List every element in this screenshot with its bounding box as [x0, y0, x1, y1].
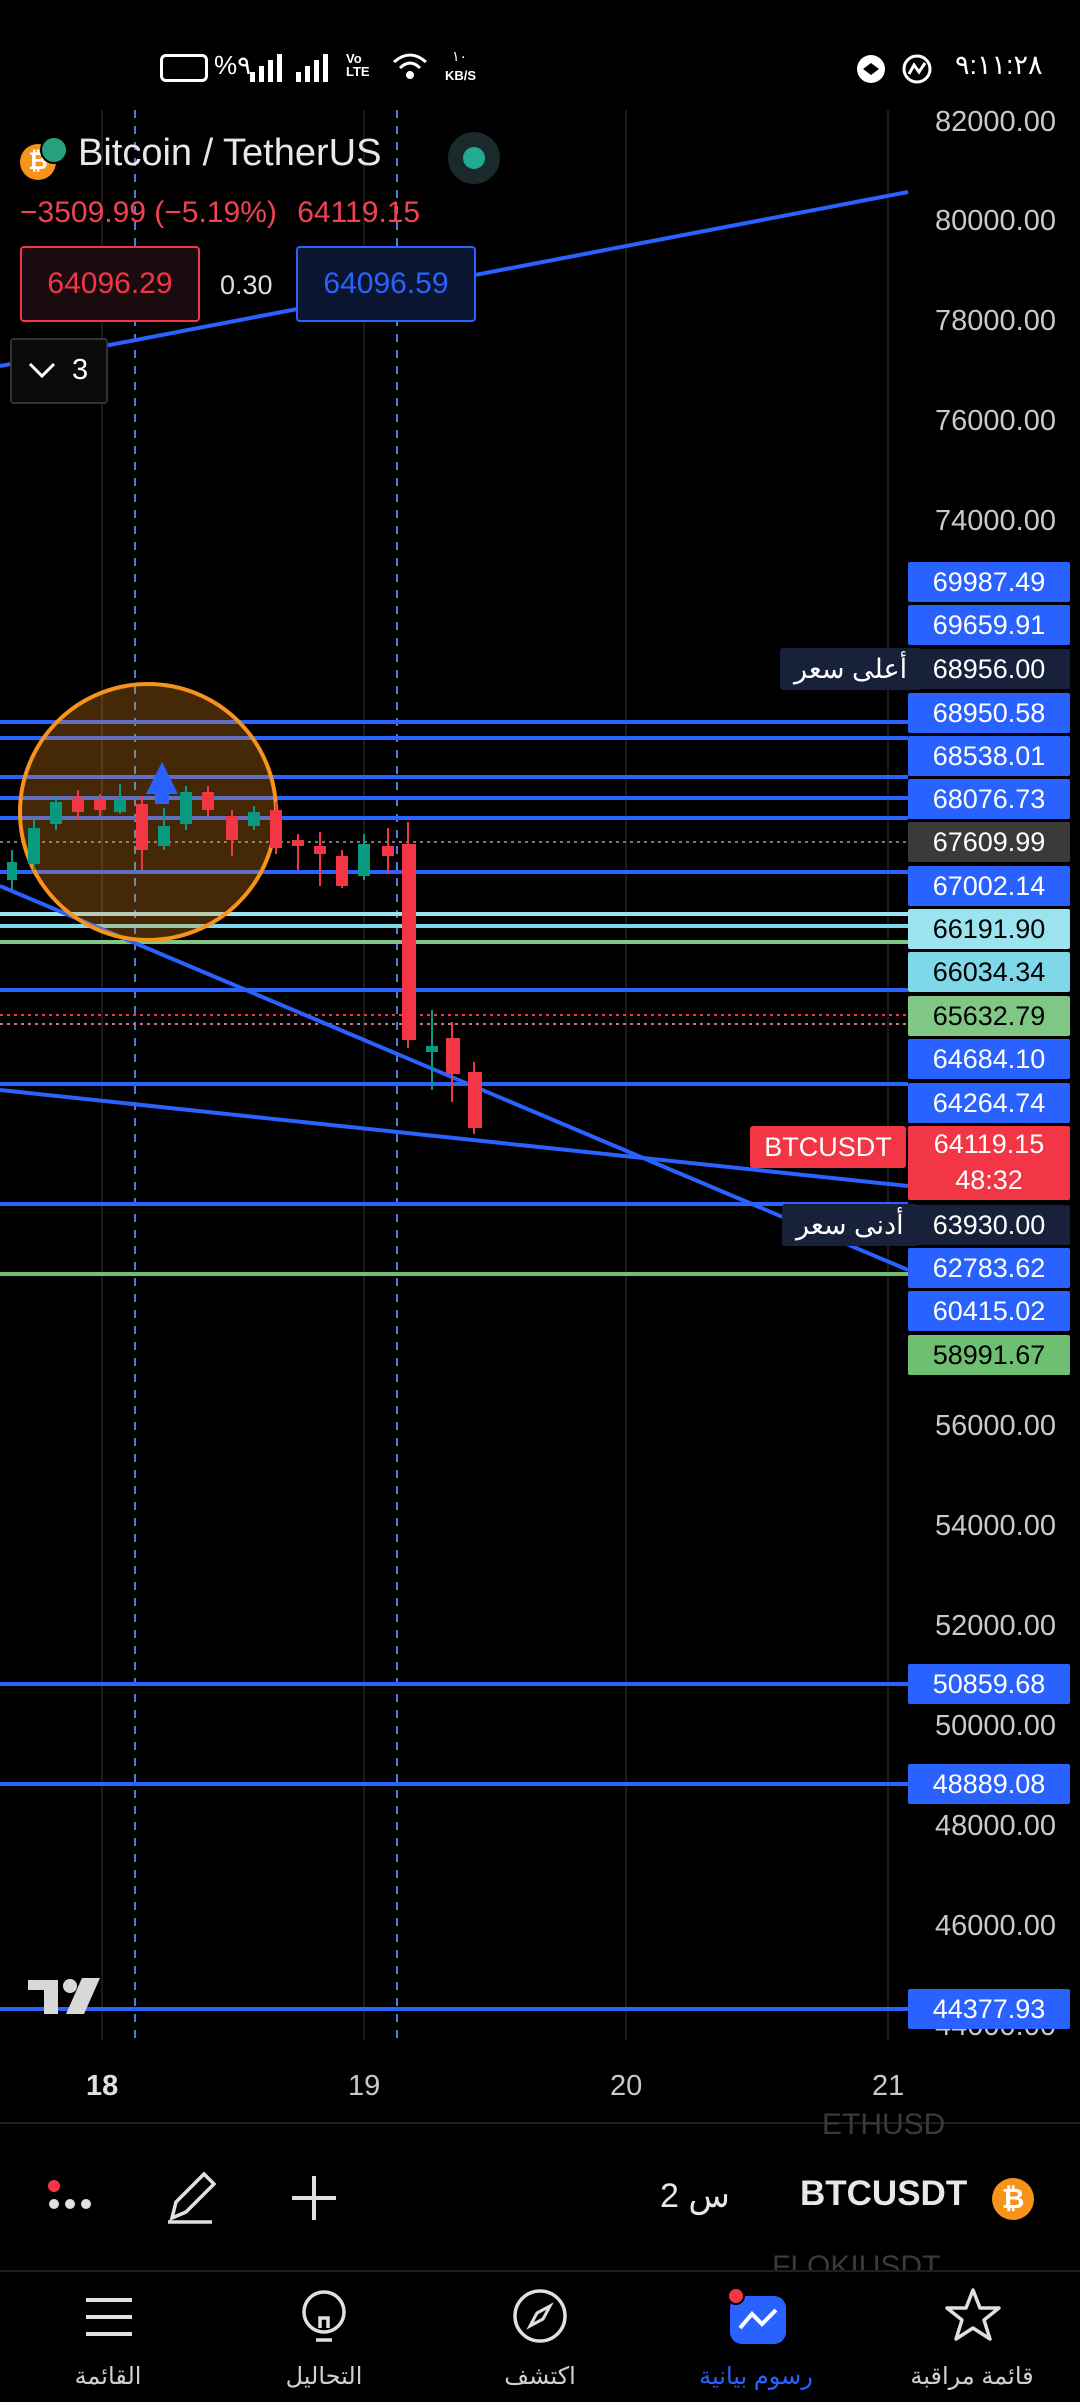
price-axis-label: 52000.00	[935, 1610, 1056, 1642]
wifi-icon	[393, 53, 427, 79]
horizontal-levels-light	[0, 912, 908, 1276]
level-tag: 64684.10	[908, 1039, 1070, 1079]
time-axis-label: 20	[610, 2070, 643, 2102]
bottom-tab-bar: القائمة التحاليل اكتشف رسوم بيانية قائمة…	[0, 2270, 1080, 2402]
net-speed-unit: KB/S	[445, 68, 477, 83]
time-axis-label: 19	[348, 2070, 381, 2102]
price-axis-label: 56000.00	[935, 1410, 1056, 1442]
battery-icon	[160, 54, 208, 82]
clock: ٩:١١:٢٨	[955, 50, 1043, 80]
price-axis-label: 78000.00	[935, 305, 1056, 337]
tradingview-notification-icon	[902, 54, 932, 84]
tab-label: رسوم بيانية	[699, 2363, 813, 2390]
candle-countdown: 48:32	[955, 1165, 1023, 1195]
level-tag: 50859.68	[908, 1664, 1070, 1704]
low-price-label: أدنى سعر	[782, 1204, 918, 1246]
level-tag: 64264.74	[908, 1083, 1070, 1123]
tab-label: قائمة مراقبة	[910, 2363, 1034, 2390]
tab-label: التحاليل	[285, 2363, 363, 2390]
level-tag: 58991.67	[908, 1335, 1070, 1375]
high-price-label: أعلى سعر	[780, 648, 922, 690]
symbol-scroll-prev: ETHUSD	[822, 2108, 946, 2141]
buy-button[interactable]: 64096.59	[296, 246, 476, 322]
tab-ideas[interactable]: التحاليل	[216, 2272, 432, 2402]
time-axis-label: 18	[86, 2070, 119, 2102]
level-tag: 67002.14	[908, 866, 1070, 906]
price-axis-label: 76000.00	[935, 405, 1056, 437]
tab-label: القائمة	[74, 2363, 142, 2390]
net-speed: ١٠	[452, 48, 468, 64]
tab-charts[interactable]: رسوم بيانية	[648, 2272, 864, 2402]
arrow-up-stem	[155, 794, 169, 804]
level-tag: 60415.02	[908, 1291, 1070, 1331]
indicators-collapse-button[interactable]: 3	[10, 338, 108, 404]
header-last-price: 64119.15	[297, 196, 421, 229]
sell-button[interactable]: 64096.29	[20, 246, 200, 322]
current-price-value: 64119.15	[933, 1129, 1045, 1159]
volte-label: Vo LTE	[346, 51, 370, 79]
current-symbol-tag: BTCUSDT	[750, 1126, 906, 1168]
current-price-tag: 64119.15 48:32	[908, 1126, 1070, 1200]
tab-label: اكتشف	[504, 2363, 576, 2390]
price-axis-label: 54000.00	[935, 1510, 1056, 1542]
market-status-icon[interactable]	[448, 132, 500, 184]
tab-watchlist[interactable]: قائمة مراقبة	[864, 2272, 1080, 2402]
symbol-scroll-next: FLOKIUSDT	[772, 2250, 941, 2272]
drawing-tools-button[interactable]	[162, 2164, 222, 2228]
level-tag: 44377.93	[908, 1989, 1070, 2029]
app-notification-icon	[857, 55, 885, 83]
price-axis-label: 50000.00	[935, 1710, 1056, 1742]
tab-menu[interactable]: القائمة	[0, 2272, 216, 2402]
more-menu-button[interactable]	[40, 2172, 110, 2222]
status-bar: %٩ Vo LTE ١٠ KB/S ٩:١١:٢٨	[0, 0, 1080, 110]
price-axis-label: 82000.00	[935, 106, 1056, 138]
level-tag: 67609.99	[908, 822, 1070, 862]
tab-explore[interactable]: اكتشف	[432, 2272, 648, 2402]
plus-icon	[292, 2176, 336, 2220]
price-change-value: −3509.99 (−5.19%)	[20, 196, 277, 229]
time-axis-label: 21	[872, 2070, 905, 2102]
level-tag: 68950.58	[908, 693, 1070, 733]
lightbulb-icon	[302, 2290, 346, 2342]
price-axis-label: 48000.00	[935, 1810, 1056, 1842]
symbol-title[interactable]: Bitcoin / TetherUS	[78, 132, 381, 175]
tether-icon	[40, 136, 68, 164]
level-tag: 68076.73	[908, 779, 1070, 819]
level-tag: 63930.00	[908, 1205, 1070, 1245]
level-tag: 65632.79	[908, 996, 1070, 1036]
price-axis-label: 80000.00	[935, 205, 1056, 237]
compass-icon	[513, 2289, 567, 2343]
menu-icon	[86, 2298, 132, 2336]
level-tag: 66034.34	[908, 952, 1070, 992]
add-button[interactable]	[286, 2170, 342, 2226]
toolbar-symbol-button[interactable]: BTCUSDT	[800, 2174, 967, 2214]
signal-icon	[250, 54, 328, 82]
vertical-dashed-lines	[134, 110, 398, 2040]
interval-button[interactable]: 2 س	[660, 2176, 730, 2216]
level-tag: 62783.62	[908, 1248, 1070, 1288]
more-dots-icon	[48, 2180, 91, 2209]
level-tag: 69987.49	[908, 562, 1070, 602]
pen-icon	[168, 2171, 217, 2224]
indicators-count: 3	[72, 354, 89, 386]
market-open-dot-icon	[463, 147, 485, 169]
spread-value: 0.30	[220, 270, 273, 300]
chart-icon	[727, 2287, 786, 2344]
level-tag: 68538.01	[908, 736, 1070, 776]
star-icon	[945, 2288, 1001, 2341]
price-change: −3509.99 (−5.19%) 64119.15	[20, 196, 420, 230]
level-tag: 66191.90	[908, 909, 1070, 949]
battery-percent: %٩	[214, 50, 252, 80]
level-tag: 68956.00	[908, 649, 1070, 689]
chart-toolbar: ETHUSD FLOKIUSDT 2 س BTCUSDT ₿	[0, 2108, 1080, 2272]
toolbar-bitcoin-icon: ₿	[992, 2178, 1034, 2220]
level-tag: 69659.91	[908, 605, 1070, 645]
chevron-down-icon	[28, 362, 56, 379]
grid-lines	[101, 110, 889, 2040]
level-tag: 48889.08	[908, 1764, 1070, 1804]
price-axis-label: 46000.00	[935, 1910, 1056, 1942]
price-axis-label: 74000.00	[935, 505, 1056, 537]
